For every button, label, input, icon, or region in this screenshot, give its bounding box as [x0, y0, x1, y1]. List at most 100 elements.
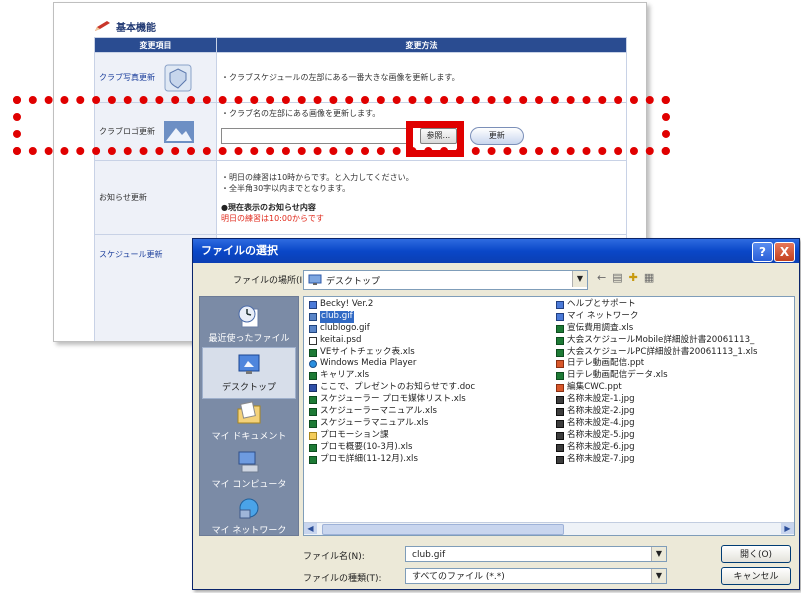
back-arrow-icon[interactable]: ← [597, 271, 606, 284]
file-item[interactable]: 名称未設定-4.jpg [556, 418, 758, 430]
file-name: 日テレ動画配信.ppt [567, 358, 645, 369]
file-name: スケジューラーマニュアル.xls [320, 406, 437, 417]
my-documents-icon [237, 401, 261, 424]
file-item[interactable]: キャリア.xls [309, 370, 475, 382]
filename-input[interactable]: club.gif ▼ [405, 546, 667, 562]
xls-file-icon [309, 372, 317, 381]
xls-file-icon [556, 348, 564, 357]
file-item[interactable]: 名称未設定-7.jpg [556, 454, 758, 466]
file-name: キャリア.xls [320, 370, 370, 381]
row-label-notice: お知らせ更新 [94, 160, 217, 235]
xls-file-icon [309, 419, 317, 428]
desktop-small-icon [308, 274, 322, 285]
file-item[interactable]: 日テレ動画配信データ.xls [556, 370, 758, 382]
file-name: 名称未設定-7.jpg [567, 453, 635, 464]
nav-toolbar: ← ▤ ✚ ▦ [597, 271, 654, 284]
file-item[interactable]: プロモ概要(10-3月).xls [309, 442, 475, 454]
look-in-value: デスクトップ [326, 276, 381, 287]
file-item[interactable]: 宣伝費用調査.xls [556, 323, 758, 335]
photo-update-link[interactable]: クラブ写真更新 [99, 72, 155, 83]
place-my-network[interactable]: マイ ネットワーク [202, 491, 296, 543]
file-item[interactable]: 名称未設定-5.jpg [556, 430, 758, 442]
place-desktop[interactable]: デスクトップ [202, 347, 296, 399]
file-item[interactable]: Becky! Ver.2 [309, 299, 475, 311]
file-name: プロモ詳細(11-12月).xls [320, 453, 418, 464]
dialog-titlebar: ファイルの選択 ? X [193, 239, 799, 263]
ppt-file-icon [556, 360, 564, 369]
column-header-item: 変更項目 [94, 37, 217, 53]
file-item[interactable]: 名称未設定-2.jpg [556, 406, 758, 418]
file-name: 名称未設定-1.jpg [567, 394, 635, 405]
notice-method-cell: ・明日の練習は10時からです。と入力してください。 ・全半角30字以内までとなり… [216, 160, 627, 235]
filetype-chevron-down-icon[interactable]: ▼ [651, 569, 666, 583]
file-item[interactable]: ヘルプとサポート [556, 299, 758, 311]
new-folder-icon[interactable]: ✚ [629, 271, 638, 284]
file-item[interactable]: 大会スケジュールPC詳細設計書20061113_1.xls [556, 347, 758, 359]
file-item[interactable]: keitai.psd [309, 335, 475, 347]
file-item[interactable]: VEサイトチェック表.xls [309, 347, 475, 359]
file-item[interactable]: 日テレ動画配信.ppt [556, 358, 758, 370]
cancel-button[interactable]: キャンセル [721, 567, 791, 585]
column-header-method: 変更方法 [216, 37, 627, 53]
file-name: プロモーション課 [320, 429, 389, 440]
file-item[interactable]: スケジューラー プロモ媒体リスト.xls [309, 394, 475, 406]
look-in-label: ファイルの場所(I): [233, 276, 309, 286]
photo-desc: ・クラブスケジュールの左部にある一番大きな画像を更新します。 [216, 52, 627, 103]
psd-file-icon [309, 336, 317, 345]
file-item[interactable]: 編集CWC.ppt [556, 382, 758, 394]
file-name: 名称未設定-6.jpg [567, 441, 635, 452]
place-label-recent: 最近使ったファイル [208, 334, 290, 344]
file-item[interactable]: 名称未設定-1.jpg [556, 394, 758, 406]
xls-file-icon [309, 348, 317, 357]
file-item[interactable]: 名称未設定-6.jpg [556, 442, 758, 454]
file-name: keitai.psd [320, 334, 362, 345]
open-button[interactable]: 開く(O) [721, 545, 791, 563]
schedule-update-link[interactable]: スケジュール更新 [99, 249, 162, 260]
file-item[interactable]: 大会スケジュールMobile詳細設計書20061113_ [556, 335, 758, 347]
chevron-down-icon[interactable]: ▼ [572, 271, 587, 287]
file-item[interactable]: マイ ネットワーク [556, 311, 758, 323]
place-label-my-computer: マイ コンピュータ [211, 480, 287, 490]
file-name: スケジューラー プロモ媒体リスト.xls [320, 394, 466, 405]
xls-file-icon [309, 443, 317, 452]
file-item[interactable]: Windows Media Player [309, 358, 475, 370]
gif-file-icon [309, 324, 317, 333]
up-folder-icon[interactable]: ▤ [612, 271, 622, 284]
file-item[interactable]: club.gif [309, 310, 475, 323]
file-name: ここで、プレゼントのお知らせです.doc [320, 382, 476, 393]
place-label-my-network: マイ ネットワーク [211, 526, 287, 536]
file-name: 大会スケジュールPC詳細設計書20061113_1.xls [567, 346, 758, 357]
look-in-row: ファイルの場所(I): デスクトップ ▼ ← ▤ ✚ ▦ [193, 269, 799, 291]
jpg-file-icon [556, 443, 564, 452]
doc-file-icon [309, 384, 317, 393]
place-recent[interactable]: 最近使ったファイル [202, 299, 296, 351]
file-item[interactable]: ここで、プレゼントのお知らせです.doc [309, 382, 475, 394]
place-my-documents[interactable]: マイ ドキュメント [202, 397, 296, 449]
jpg-file-icon [556, 419, 564, 428]
filetype-select[interactable]: すべてのファイル (*.*) ▼ [405, 568, 667, 584]
filename-chevron-down-icon[interactable]: ▼ [651, 547, 666, 561]
logo-row-highlight [13, 96, 670, 155]
close-button[interactable]: X [774, 242, 795, 262]
scroll-thumb[interactable] [322, 524, 564, 535]
file-name: マイ ネットワーク [567, 310, 639, 321]
scroll-left-icon[interactable]: ◀ [304, 523, 317, 534]
file-item[interactable]: プロモーション課 [309, 430, 475, 442]
help-button[interactable]: ? [752, 242, 773, 262]
xls-file-icon [309, 396, 317, 405]
my-computer-icon [238, 451, 259, 473]
file-name: 名称未設定-5.jpg [567, 429, 635, 440]
file-name: club.gif [320, 310, 354, 323]
filetype-value: すべてのファイル (*.*) [412, 572, 505, 582]
scroll-right-icon[interactable]: ▶ [781, 523, 794, 534]
place-my-computer[interactable]: マイ コンピュータ [202, 445, 296, 497]
look-in-combo[interactable]: デスクトップ ▼ [303, 270, 588, 290]
file-item[interactable]: スケジューラマニュアル.xls [309, 418, 475, 430]
view-menu-icon[interactable]: ▦ [644, 271, 654, 284]
horizontal-scrollbar[interactable]: ◀ ▶ [304, 522, 794, 535]
file-name: 日テレ動画配信データ.xls [567, 370, 668, 381]
file-item[interactable]: スケジューラーマニュアル.xls [309, 406, 475, 418]
file-list[interactable]: Becky! Ver.2 club.gif clublogo.gif keitai.p… [303, 296, 795, 536]
file-item[interactable]: プロモ詳細(11-12月).xls [309, 454, 475, 466]
file-item[interactable]: clublogo.gif [309, 323, 475, 335]
